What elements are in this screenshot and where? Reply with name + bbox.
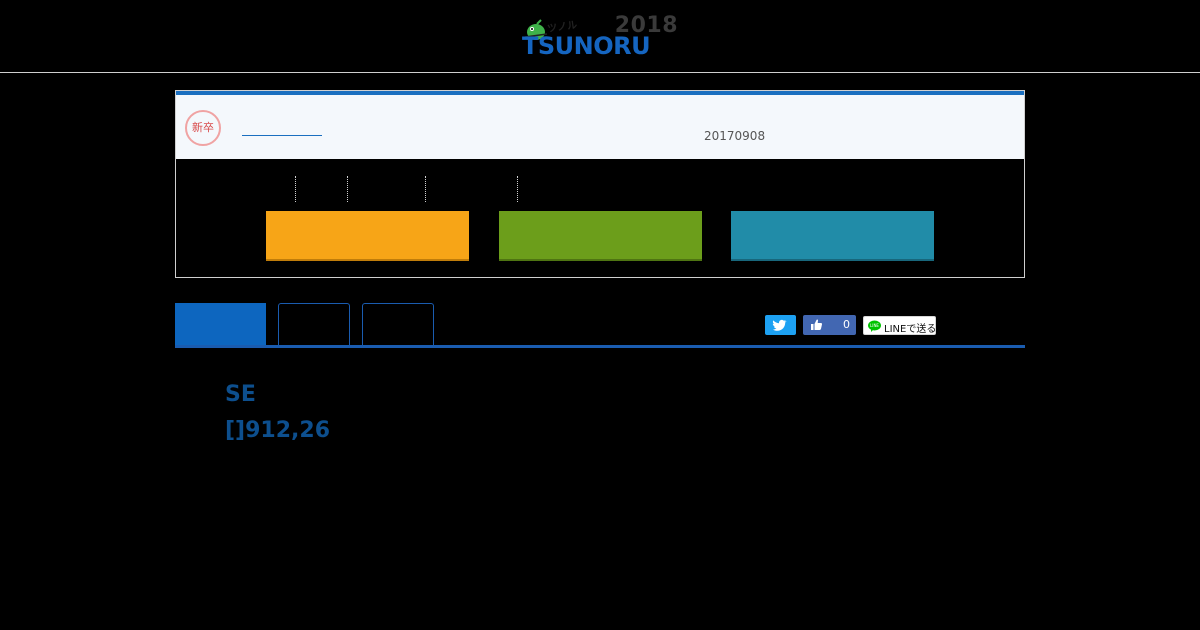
posting-date: 20170908: [704, 129, 766, 143]
tab-bar-underline: [175, 345, 1025, 348]
divider: [517, 176, 518, 202]
job-title-line-1: SE: [225, 382, 256, 407]
company-link[interactable]: [242, 135, 322, 136]
line-share-button[interactable]: LINE LINEで送る: [863, 316, 936, 335]
action-button-teal[interactable]: [731, 211, 934, 261]
like-count: 0: [843, 318, 850, 331]
thumbs-up-icon: [811, 319, 823, 330]
site-header: ツノル 2018 TSUNORU: [0, 0, 1200, 73]
action-button-orange[interactable]: [266, 211, 469, 261]
divider: [347, 176, 348, 202]
action-button-green[interactable]: [499, 211, 702, 261]
twitter-share-button[interactable]: [765, 315, 796, 335]
tab-second[interactable]: [278, 303, 350, 346]
tab-third[interactable]: [362, 303, 434, 346]
line-share-label: LINEで送る: [884, 324, 937, 335]
logo-brand: TSUNORU: [522, 32, 651, 60]
svg-text:LINE: LINE: [870, 323, 879, 328]
facebook-like-button[interactable]: 0: [803, 315, 856, 335]
twitter-bird-icon: [772, 319, 787, 331]
job-card: 新卒 20170908: [175, 90, 1025, 278]
new-graduate-badge: 新卒: [185, 110, 221, 146]
job-title-line-2: []912,26: [225, 418, 331, 443]
divider: [295, 176, 296, 202]
tab-active[interactable]: [175, 303, 266, 346]
tsunoru-logo[interactable]: ツノル 2018 TSUNORU: [520, 12, 680, 62]
job-card-header: 新卒 20170908: [176, 91, 1024, 159]
line-chat-icon: LINE: [868, 320, 881, 332]
divider: [425, 176, 426, 202]
